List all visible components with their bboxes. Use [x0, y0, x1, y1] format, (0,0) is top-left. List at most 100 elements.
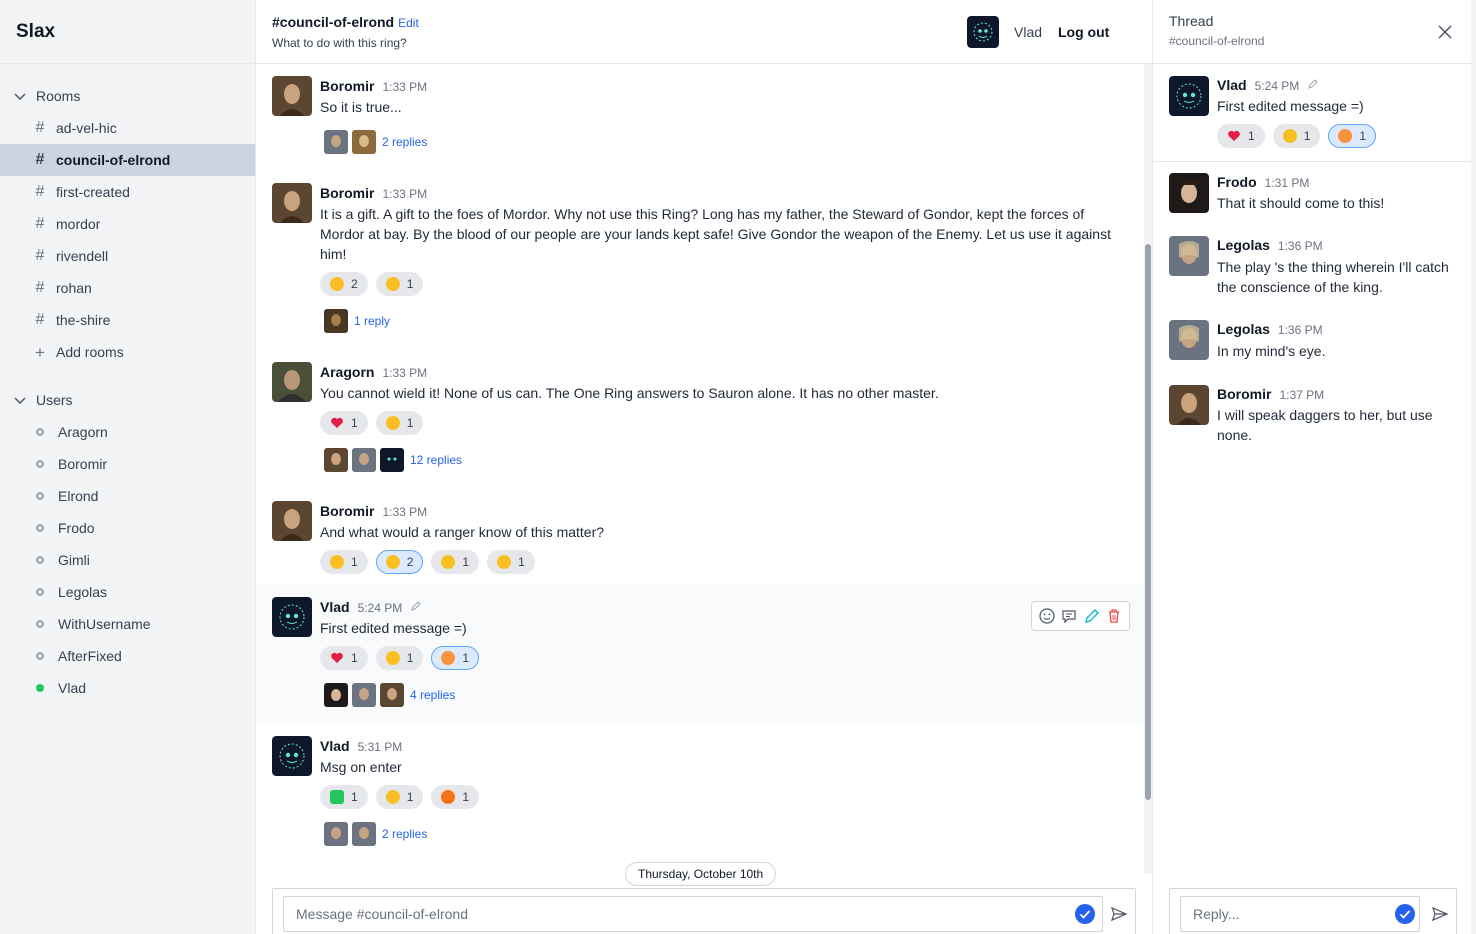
replies-link[interactable]: 1 reply	[354, 314, 390, 328]
rooms-heading: Rooms	[36, 88, 81, 104]
reaction-button[interactable]: 1	[487, 550, 535, 574]
sidebar-room-rivendell[interactable]: # rivendell	[0, 240, 255, 272]
message-time: 5:24 PM	[357, 601, 403, 615]
message-input[interactable]	[283, 896, 1103, 932]
avatar[interactable]	[967, 16, 999, 48]
sidebar-user-boromir[interactable]: Boromir	[0, 448, 255, 480]
message-author[interactable]: Boromir	[320, 503, 374, 519]
sidebar-user-afterfixed[interactable]: AfterFixed	[0, 640, 255, 672]
thread-channel: #council-of-elrond	[1169, 34, 1265, 48]
close-icon[interactable]	[1437, 24, 1453, 40]
logout-button[interactable]: Log out	[1058, 24, 1109, 40]
rooms-section-toggle[interactable]: Rooms	[0, 80, 255, 112]
reaction-button[interactable]: 1	[375, 411, 424, 435]
thread-summary[interactable]: 2 replies	[324, 822, 427, 846]
sidebar-room-mordor[interactable]: # mordor	[0, 208, 255, 240]
edit-topic-link[interactable]: Edit	[398, 16, 419, 30]
avatar	[324, 309, 348, 333]
thread-summary[interactable]: 4 replies	[324, 683, 455, 707]
reaction-button[interactable]: 1	[320, 785, 368, 809]
message-author[interactable]: Aragorn	[320, 364, 374, 380]
current-user-name: Vlad	[1014, 24, 1043, 40]
reaction-button[interactable]: 1	[1272, 124, 1321, 148]
sidebar-user-gimli[interactable]: Gimli	[0, 544, 255, 576]
message-list-scrollbar[interactable]	[1144, 64, 1152, 874]
avatar[interactable]	[272, 597, 312, 637]
reaction-button[interactable]: 1	[320, 550, 368, 574]
thread-scrollbar[interactable]	[1471, 0, 1476, 934]
reaction-button[interactable]: 1	[1217, 124, 1265, 148]
avatar[interactable]	[272, 183, 312, 223]
reaction-button[interactable]: 2	[320, 272, 368, 296]
sidebar-user-legolas[interactable]: Legolas	[0, 576, 255, 608]
message-meta: Aragorn 1:33 PM	[320, 364, 427, 380]
hash-icon: #	[35, 151, 45, 168]
sidebar-user-withusername[interactable]: WithUsername	[0, 608, 255, 640]
sidebar-user-vlad[interactable]: Vlad	[0, 672, 255, 704]
edit-pencil-icon[interactable]	[1083, 607, 1101, 625]
reaction-bar: 1 1	[320, 411, 424, 435]
avatar	[352, 683, 376, 707]
message-author[interactable]: Vlad	[1217, 77, 1247, 93]
avatar[interactable]	[1169, 76, 1209, 116]
reaction-button[interactable]: 2	[375, 550, 424, 574]
replies-link[interactable]: 12 replies	[410, 453, 462, 467]
sidebar-room-council-of-elrond[interactable]: # council-of-elrond	[0, 144, 255, 176]
reaction-button[interactable]: 1	[375, 785, 424, 809]
grimacing-emoji-icon	[497, 555, 512, 569]
message-actions-toolbar	[1031, 601, 1130, 631]
thread-summary[interactable]: 2 replies	[324, 130, 427, 154]
message-author[interactable]: Boromir	[320, 78, 374, 94]
thread-summary[interactable]: 1 reply	[324, 309, 390, 333]
avatar[interactable]	[1169, 173, 1209, 213]
reaction-button[interactable]: 1	[431, 550, 480, 574]
replies-link[interactable]: 2 replies	[382, 827, 427, 841]
avatar[interactable]	[272, 362, 312, 402]
sidebar-user-frodo[interactable]: Frodo	[0, 512, 255, 544]
avatar[interactable]	[272, 501, 312, 541]
sidebar-room-first-created[interactable]: # first-created	[0, 176, 255, 208]
avatar[interactable]	[1169, 320, 1209, 360]
avatar	[352, 822, 376, 846]
sidebar-user-aragorn[interactable]: Aragorn	[0, 416, 255, 448]
message-meta: Legolas 1:36 PM	[1217, 237, 1323, 253]
message-author[interactable]: Legolas	[1217, 237, 1270, 253]
reaction-button[interactable]: 1	[431, 785, 480, 809]
trash-icon[interactable]	[1105, 607, 1123, 625]
reaction-button[interactable]: 1	[320, 646, 368, 670]
reaction-count: 1	[1359, 129, 1367, 143]
avatar[interactable]	[272, 736, 312, 776]
sidebar-room-ad-vel-hic[interactable]: # ad-vel-hic	[0, 112, 255, 144]
thread-summary[interactable]: 12 replies	[324, 448, 462, 472]
send-icon[interactable]	[1432, 906, 1448, 922]
reaction-button[interactable]: 1	[320, 411, 368, 435]
message-author[interactable]: Legolas	[1217, 321, 1270, 337]
avatar[interactable]	[272, 76, 312, 116]
message-author[interactable]: Vlad	[320, 738, 350, 754]
avatar[interactable]	[1169, 236, 1209, 276]
reply-in-thread-icon[interactable]	[1060, 607, 1078, 625]
message-time: 1:37 PM	[1279, 388, 1325, 402]
users-section-toggle[interactable]: Users	[0, 384, 255, 416]
add-rooms-button[interactable]: + Add rooms	[0, 336, 255, 368]
message-author[interactable]: Boromir	[1217, 386, 1271, 402]
date-divider: Thursday, October 10th	[625, 862, 777, 886]
message-author[interactable]: Boromir	[320, 185, 374, 201]
scrollbar-thumb[interactable]	[1145, 244, 1151, 800]
reply-input[interactable]	[1180, 896, 1420, 932]
sidebar-room-rohan[interactable]: # rohan	[0, 272, 255, 304]
replies-link[interactable]: 4 replies	[410, 688, 455, 702]
send-icon[interactable]	[1111, 906, 1127, 922]
reaction-button[interactable]: 1	[375, 646, 424, 670]
sidebar-user-elrond[interactable]: Elrond	[0, 480, 255, 512]
message-author[interactable]: Vlad	[320, 599, 350, 615]
avatar[interactable]	[1169, 385, 1209, 425]
heart-emoji-icon	[331, 652, 343, 663]
message-author[interactable]: Frodo	[1217, 174, 1257, 190]
reaction-button[interactable]: 1	[375, 272, 424, 296]
sidebar-room-the-shire[interactable]: # the-shire	[0, 304, 255, 336]
add-reaction-icon[interactable]	[1038, 607, 1056, 625]
reaction-button[interactable]: 1	[1328, 124, 1377, 148]
reaction-button[interactable]: 1	[431, 646, 480, 670]
replies-link[interactable]: 2 replies	[382, 135, 427, 149]
